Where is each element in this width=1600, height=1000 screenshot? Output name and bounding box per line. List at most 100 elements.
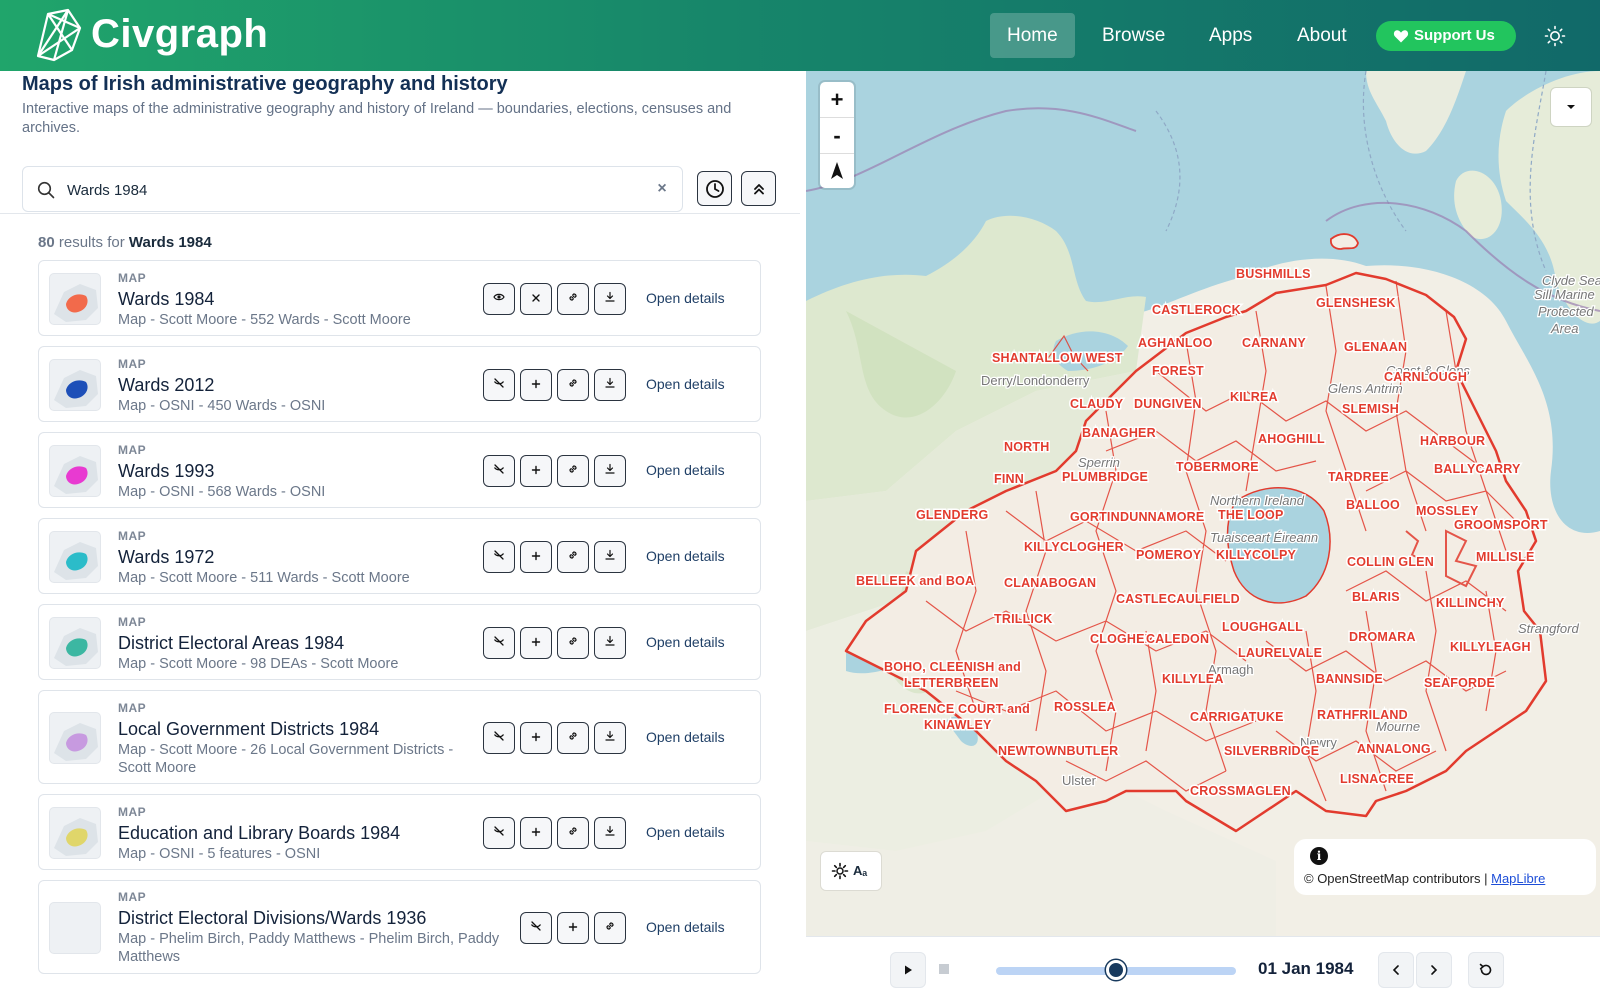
toggle-visibility-button[interactable] <box>483 722 515 754</box>
search-input[interactable] <box>67 179 627 201</box>
result-card[interactable]: MAP Local Government Districts 1984 Map - … <box>38 690 761 784</box>
download-button[interactable] <box>594 817 626 849</box>
add-layer-button[interactable] <box>520 722 552 754</box>
open-details-link[interactable]: Open details <box>646 548 725 564</box>
civgraph-logo-icon[interactable] <box>32 6 84 64</box>
next-date-button[interactable] <box>1416 952 1452 988</box>
result-kind: MAP <box>118 615 147 629</box>
previous-date-button[interactable] <box>1378 952 1414 988</box>
ward-label: SEAFORDE <box>1424 676 1495 690</box>
history-button[interactable] <box>697 171 732 206</box>
clear-search-icon[interactable]: × <box>654 181 670 197</box>
link-icon <box>567 376 579 394</box>
zoom-in-button[interactable]: + <box>820 82 854 117</box>
result-title[interactable]: Wards 2012 <box>118 375 214 396</box>
toggle-visibility-button[interactable] <box>483 455 515 487</box>
download-icon <box>604 376 616 394</box>
result-title[interactable]: Education and Library Boards 1984 <box>118 823 400 844</box>
result-card[interactable]: MAP Education and Library Boards 1984 Map … <box>38 794 761 870</box>
open-details-link[interactable]: Open details <box>646 824 725 840</box>
download-icon <box>604 462 616 480</box>
ward-label: PLUMBRIDGE <box>1062 470 1148 484</box>
result-title[interactable]: Wards 1984 <box>118 289 214 310</box>
toggle-visibility-button[interactable] <box>483 369 515 401</box>
ward-label: GLENAAN <box>1344 340 1407 354</box>
map-thumbnail <box>49 359 101 411</box>
compass-icon[interactable] <box>829 161 845 181</box>
sun-icon[interactable] <box>1543 24 1567 48</box>
support-us-button[interactable]: Support Us <box>1376 21 1516 51</box>
copy-link-button[interactable] <box>557 369 589 401</box>
plus-icon <box>531 548 541 566</box>
toggle-visibility-button[interactable] <box>483 627 515 659</box>
download-button[interactable] <box>594 627 626 659</box>
remove-layer-button[interactable] <box>520 283 552 315</box>
copy-link-button[interactable] <box>594 912 626 944</box>
stop-icon[interactable] <box>939 964 949 974</box>
ward-label: KILLYLEAGH <box>1450 640 1531 654</box>
add-layer-button[interactable] <box>520 817 552 849</box>
open-details-link[interactable]: Open details <box>646 634 725 650</box>
result-title[interactable]: Local Government Districts 1984 <box>118 719 379 740</box>
plus-icon <box>531 376 541 394</box>
toggle-visibility-button[interactable] <box>483 541 515 573</box>
add-layer-button[interactable] <box>520 627 552 659</box>
open-details-link[interactable]: Open details <box>646 729 725 745</box>
result-title[interactable]: District Electoral Areas 1984 <box>118 633 344 654</box>
result-card[interactable]: MAP Wards 1984 Map - Scott Moore - 552 War… <box>38 260 761 336</box>
result-card[interactable]: MAP Wards 1993 Map - OSNI - 568 Wards - OS… <box>38 432 761 508</box>
download-button[interactable] <box>594 283 626 315</box>
copy-link-button[interactable] <box>557 455 589 487</box>
open-details-link[interactable]: Open details <box>646 919 725 935</box>
nav-about[interactable]: About <box>1280 13 1364 58</box>
info-icon[interactable]: i <box>1310 847 1328 865</box>
add-layer-button[interactable] <box>520 541 552 573</box>
download-button[interactable] <box>594 541 626 573</box>
add-layer-button[interactable] <box>557 912 589 944</box>
result-title[interactable]: District Electoral Divisions/Wards 1936 <box>118 908 426 929</box>
result-card[interactable]: MAP Wards 2012 Map - OSNI - 450 Wards - OS… <box>38 346 761 422</box>
open-details-link[interactable]: Open details <box>646 462 725 478</box>
result-card[interactable]: MAP District Electoral Areas 1984 Map - Sc… <box>38 604 761 680</box>
zoom-out-button[interactable]: - <box>820 118 854 153</box>
open-details-link[interactable]: Open details <box>646 290 725 306</box>
ward-label: ANNALONG <box>1357 742 1431 756</box>
copy-link-button[interactable] <box>557 541 589 573</box>
add-layer-button[interactable] <box>520 455 552 487</box>
toggle-visibility-button[interactable] <box>520 912 552 944</box>
play-button[interactable] <box>890 952 926 988</box>
copy-link-button[interactable] <box>557 722 589 754</box>
copy-link-button[interactable] <box>557 817 589 849</box>
map-view[interactable]: Derry/Londonderry Sperrin Northern Irela… <box>806 71 1600 936</box>
copy-link-button[interactable] <box>557 283 589 315</box>
brand-name[interactable]: Civgraph <box>91 12 268 57</box>
copy-link-button[interactable] <box>557 627 589 659</box>
ward-label: CLANABOGAN <box>1004 576 1096 590</box>
nav-home[interactable]: Home <box>990 13 1075 58</box>
download-button[interactable] <box>594 455 626 487</box>
add-layer-button[interactable] <box>520 369 552 401</box>
result-title[interactable]: Wards 1972 <box>118 547 214 568</box>
nav-apps[interactable]: Apps <box>1192 13 1269 58</box>
download-icon <box>604 548 616 566</box>
download-button[interactable] <box>594 722 626 754</box>
show-layer-button[interactable] <box>483 283 515 315</box>
open-details-link[interactable]: Open details <box>646 376 725 392</box>
result-card[interactable]: MAP District Electoral Divisions/Wards 19… <box>38 880 761 974</box>
map-settings-button[interactable]: Aₐ <box>821 852 881 890</box>
ward-label: KILLYLEA <box>1162 672 1224 686</box>
nav-browse[interactable]: Browse <box>1085 13 1182 58</box>
layer-menu-button[interactable] <box>1551 88 1591 126</box>
text-size-label: Aₐ <box>853 863 868 878</box>
maplibre-link[interactable]: MapLibre <box>1491 871 1545 886</box>
reset-date-button[interactable] <box>1468 952 1504 988</box>
result-card[interactable]: MAP Wards 1972 Map - Scott Moore - 511 War… <box>38 518 761 594</box>
eyeoff-icon <box>493 462 505 480</box>
toggle-visibility-button[interactable] <box>483 817 515 849</box>
map-thumbnail-image <box>54 542 98 580</box>
timeline-slider-handle[interactable] <box>1106 960 1126 980</box>
download-button[interactable] <box>594 369 626 401</box>
collapse-button[interactable] <box>741 171 776 206</box>
result-title[interactable]: Wards 1993 <box>118 461 214 482</box>
results-query: Wards 1984 <box>128 234 212 251</box>
